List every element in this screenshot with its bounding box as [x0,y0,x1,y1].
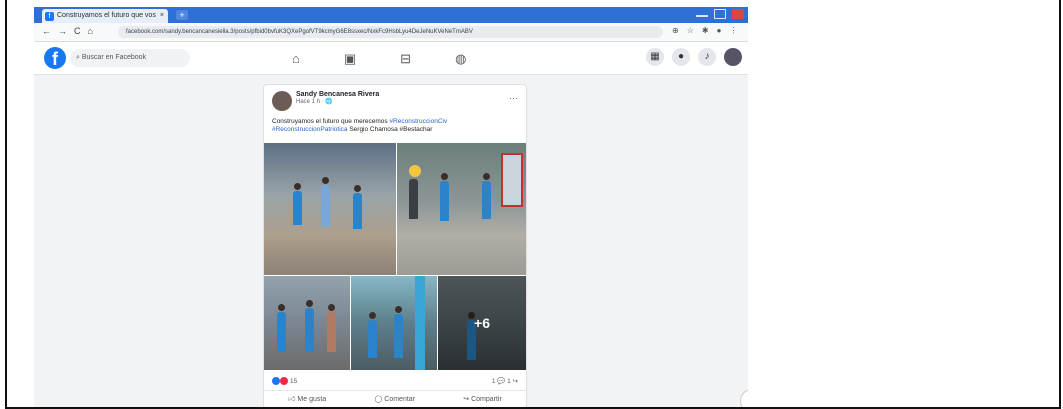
facebook-header: f ⌕ Buscar en Facebook ⌂ ▣ ⊟ ◍ ▦ ● ♪ [34,42,748,75]
tab-close-icon[interactable]: × [160,9,164,23]
extension-icons: ⊕ ☆ ✱ ● ⋮ [672,26,737,35]
post-actions: 👍︎ Me gusta ◯ Comentar ↪ Compartir [264,390,526,407]
post-photo[interactable] [351,276,437,370]
address-bar[interactable]: facebook.com/sandy.bencancanesiella.3/po… [118,26,663,38]
facebook-logo[interactable]: f [44,47,66,69]
share-label: Compartir [471,396,502,403]
post-stats: 15 1 💬 1 ↪ [272,377,518,385]
comment-button[interactable]: ◯ Comentar [374,391,415,407]
messenger-icon[interactable]: ● [672,48,690,66]
post-time[interactable]: Hace 1 h · 🌐 [296,98,379,105]
home-nav-icon[interactable]: ⌂ [292,51,300,67]
browser-window: f Construyamos el futuro que vos × + ← →… [34,7,748,407]
new-tab-button[interactable]: + [176,10,188,20]
marketplace-nav-icon[interactable]: ⊟ [400,51,411,67]
comment-icon: ◯ [374,396,385,403]
title-bar: f Construyamos el futuro que vos × + [34,7,748,23]
profile-icon[interactable]: ● [717,26,722,35]
back-icon[interactable]: ← [42,26,51,36]
extension-icon[interactable]: ✱ [702,26,709,35]
bookmark-star-icon[interactable]: ☆ [687,26,694,35]
post-text-start: Construyamos el futuro que merecemos [272,118,388,125]
maximize-icon[interactable] [714,9,726,19]
hashtag-link[interactable]: #ReconstruccionPatriotica [272,126,348,133]
photo-grid: +6 [264,143,526,370]
reactions[interactable]: 15 [272,377,297,385]
post-photo[interactable] [264,143,396,275]
header-actions: ▦ ● ♪ [646,48,742,66]
main-nav: ⌂ ▣ ⊟ ◍ [292,51,466,67]
gaming-nav-icon[interactable]: ◍ [455,51,466,67]
menu-grid-icon[interactable]: ▦ [646,48,664,66]
hashtag-link[interactable]: #ReconstruccionCiv [389,118,447,125]
window-controls [696,9,744,19]
author-name[interactable]: Sandy Bencanesa Rivera [296,91,379,98]
like-button[interactable]: 👍︎ Me gusta [288,391,326,407]
reload-icon[interactable]: C [74,26,81,36]
account-avatar[interactable] [724,48,742,66]
tab-title: Construyamos el futuro que vos [57,12,156,19]
search-input[interactable]: ⌕ Buscar en Facebook [70,49,190,67]
nav-buttons: ← → C ⌂ [42,26,93,36]
home-icon[interactable]: ⌂ [88,26,93,36]
browser-toolbar: ← → C ⌂ facebook.com/sandy.bencancanesie… [34,23,748,42]
search-placeholder: Buscar en Facebook [81,54,147,61]
comment-label: Comentar [384,396,415,403]
minimize-icon[interactable] [696,9,708,17]
page-frame: f Construyamos el futuro que vos × + ← →… [5,0,1061,409]
more-photos-count[interactable]: +6 [438,276,526,370]
chat-badge[interactable]: 95 [740,389,748,407]
love-reaction-icon [280,377,288,385]
notifications-icon[interactable]: ♪ [698,48,716,66]
post-photo[interactable] [397,143,526,275]
like-label: Me gusta [297,396,327,403]
like-reaction-icon [272,377,280,385]
forward-icon[interactable]: → [58,26,67,36]
watch-nav-icon[interactable]: ▣ [344,51,356,67]
post-photo[interactable] [264,276,350,370]
author-avatar[interactable] [272,91,292,111]
more-options-icon[interactable]: ··· [509,93,518,103]
facebook-favicon-icon: f [45,11,54,21]
share-button[interactable]: ↪ Compartir [463,391,502,407]
zoom-icon[interactable]: ⊕ [672,26,679,35]
post-header: Sandy Bencanesa Rivera Hace 1 h · 🌐 [272,91,379,111]
post-card: Sandy Bencanesa Rivera Hace 1 h · 🌐 ··· … [263,84,527,407]
menu-dots-icon[interactable]: ⋮ [729,26,737,35]
close-window-icon[interactable] [732,9,744,19]
share-icon: ↪ [463,396,472,403]
browser-tab[interactable]: f Construyamos el futuro que vos × [42,9,168,23]
post-text: Construyamos el futuro que merecemos #Re… [272,118,517,134]
post-photo[interactable]: +6 [438,276,526,370]
post-text-end: Sergio Chamosa #Bestachar [349,126,433,133]
reactions-count: 15 [290,377,298,385]
comments-shares[interactable]: 1 💬 1 ↪ [492,377,518,385]
